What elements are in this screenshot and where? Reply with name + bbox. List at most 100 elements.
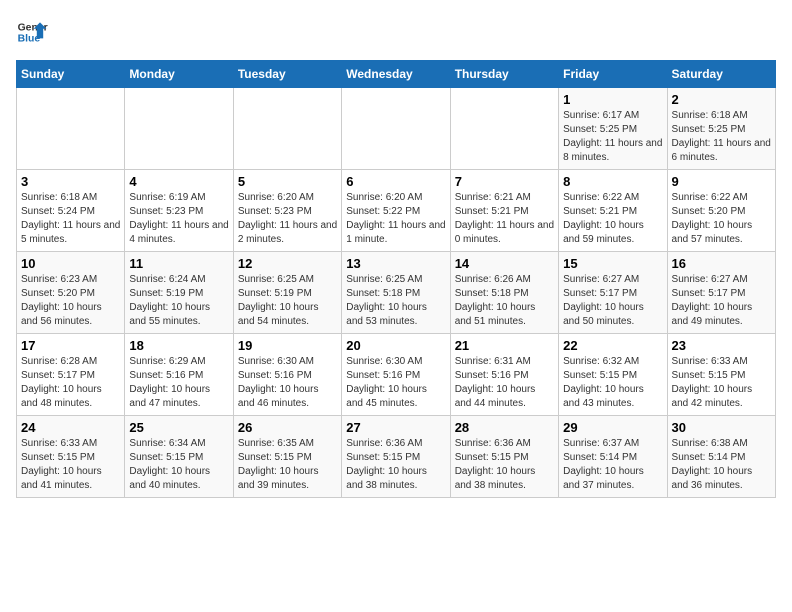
calendar-cell: 1 Sunrise: 6:17 AM Sunset: 5:25 PM Daylig… xyxy=(559,88,667,170)
day-info: Sunrise: 6:28 AM Sunset: 5:17 PM Dayligh… xyxy=(21,355,120,411)
day-info: Sunrise: 6:27 AM Sunset: 5:17 PM Dayligh… xyxy=(672,273,771,329)
week-row-3: 10Sunrise: 6:23 AM Sunset: 5:20 PM Dayli… xyxy=(17,252,776,334)
day-info: Sunrise: 6:38 AM Sunset: 5:14 PM Dayligh… xyxy=(672,437,771,493)
day-info: Sunrise: 6:32 AM Sunset: 5:15 PM Dayligh… xyxy=(563,355,662,411)
day-info: Sunrise: 6:33 AM Sunset: 5:15 PM Dayligh… xyxy=(672,355,771,411)
calendar-cell: 16 Sunrise: 6:27 AM Sunset: 5:17 PM Dayli… xyxy=(667,252,775,334)
calendar-cell: 30 Sunrise: 6:38 AM Sunset: 5:14 PM Dayli… xyxy=(667,416,775,498)
calendar-cell xyxy=(450,88,558,170)
day-info: Sunrise: 6:21 AM Sunset: 5:21 PM Dayligh… xyxy=(455,191,554,247)
day-info: Sunrise: 6:20 AM Sunset: 5:23 PM Dayligh… xyxy=(238,191,337,247)
calendar-cell: 3 Sunrise: 6:18 AM Sunset: 5:24 PM Daylig… xyxy=(17,170,125,252)
day-number: 25 xyxy=(129,420,228,435)
calendar-cell: 12 Sunrise: 6:25 AM Sunset: 5:19 PM Dayli… xyxy=(233,252,341,334)
calendar-cell: 24 Sunrise: 6:33 AM Sunset: 5:15 PM Dayli… xyxy=(17,416,125,498)
weekday-header-wednesday: Wednesday xyxy=(342,61,450,88)
day-info: Sunrise: 6:18 AM Sunset: 5:24 PM Dayligh… xyxy=(21,191,120,247)
day-number: 16 xyxy=(672,256,771,271)
day-info: Sunrise: 6:30 AM Sunset: 5:16 PM Dayligh… xyxy=(238,355,337,411)
day-number: 30 xyxy=(672,420,771,435)
week-row-5: 24 Sunrise: 6:33 AM Sunset: 5:15 PM Dayli… xyxy=(17,416,776,498)
day-info: Sunrise: 6:25 AM Sunset: 5:19 PM Dayligh… xyxy=(238,273,337,329)
calendar-cell xyxy=(233,88,341,170)
calendar-cell: 17 Sunrise: 6:28 AM Sunset: 5:17 PM Dayli… xyxy=(17,334,125,416)
logo: General Blue xyxy=(16,16,48,48)
day-number: 3 xyxy=(21,174,120,189)
day-number: 28 xyxy=(455,420,554,435)
calendar-cell: 15Sunrise: 6:27 AM Sunset: 5:17 PM Dayli… xyxy=(559,252,667,334)
day-info: Sunrise: 6:22 AM Sunset: 5:20 PM Dayligh… xyxy=(672,191,771,247)
day-number: 6 xyxy=(346,174,445,189)
weekday-header-row: SundayMondayTuesdayWednesdayThursdayFrid… xyxy=(17,61,776,88)
calendar-cell: 2 Sunrise: 6:18 AM Sunset: 5:25 PM Daylig… xyxy=(667,88,775,170)
calendar-cell: 11 Sunrise: 6:24 AM Sunset: 5:19 PM Dayli… xyxy=(125,252,233,334)
weekday-header-thursday: Thursday xyxy=(450,61,558,88)
day-info: Sunrise: 6:30 AM Sunset: 5:16 PM Dayligh… xyxy=(346,355,445,411)
week-row-2: 3 Sunrise: 6:18 AM Sunset: 5:24 PM Daylig… xyxy=(17,170,776,252)
day-info: Sunrise: 6:35 AM Sunset: 5:15 PM Dayligh… xyxy=(238,437,337,493)
day-number: 29 xyxy=(563,420,662,435)
day-number: 1 xyxy=(563,92,662,107)
calendar-cell: 7 Sunrise: 6:21 AM Sunset: 5:21 PM Daylig… xyxy=(450,170,558,252)
day-info: Sunrise: 6:17 AM Sunset: 5:25 PM Dayligh… xyxy=(563,109,662,165)
day-number: 2 xyxy=(672,92,771,107)
day-number: 22 xyxy=(563,338,662,353)
day-number: 23 xyxy=(672,338,771,353)
weekday-header-monday: Monday xyxy=(125,61,233,88)
calendar-cell xyxy=(342,88,450,170)
day-number: 15 xyxy=(563,256,662,271)
calendar-cell: 29Sunrise: 6:37 AM Sunset: 5:14 PM Dayli… xyxy=(559,416,667,498)
day-info: Sunrise: 6:20 AM Sunset: 5:22 PM Dayligh… xyxy=(346,191,445,247)
calendar-cell: 9 Sunrise: 6:22 AM Sunset: 5:20 PM Daylig… xyxy=(667,170,775,252)
calendar-cell: 5 Sunrise: 6:20 AM Sunset: 5:23 PM Daylig… xyxy=(233,170,341,252)
day-info: Sunrise: 6:33 AM Sunset: 5:15 PM Dayligh… xyxy=(21,437,120,493)
day-number: 9 xyxy=(672,174,771,189)
calendar-cell: 21Sunrise: 6:31 AM Sunset: 5:16 PM Dayli… xyxy=(450,334,558,416)
calendar-cell: 19Sunrise: 6:30 AM Sunset: 5:16 PM Dayli… xyxy=(233,334,341,416)
day-info: Sunrise: 6:36 AM Sunset: 5:15 PM Dayligh… xyxy=(455,437,554,493)
calendar-cell: 4 Sunrise: 6:19 AM Sunset: 5:23 PM Daylig… xyxy=(125,170,233,252)
calendar-cell: 26Sunrise: 6:35 AM Sunset: 5:15 PM Dayli… xyxy=(233,416,341,498)
day-number: 7 xyxy=(455,174,554,189)
calendar-cell: 20 Sunrise: 6:30 AM Sunset: 5:16 PM Dayli… xyxy=(342,334,450,416)
calendar-cell: 8 Sunrise: 6:22 AM Sunset: 5:21 PM Daylig… xyxy=(559,170,667,252)
calendar-table: SundayMondayTuesdayWednesdayThursdayFrid… xyxy=(16,60,776,498)
logo-icon: General Blue xyxy=(16,16,48,48)
day-number: 17 xyxy=(21,338,120,353)
day-number: 11 xyxy=(129,256,228,271)
day-number: 21 xyxy=(455,338,554,353)
calendar-cell: 18 Sunrise: 6:29 AM Sunset: 5:16 PM Dayli… xyxy=(125,334,233,416)
day-number: 5 xyxy=(238,174,337,189)
day-number: 24 xyxy=(21,420,120,435)
weekday-header-sunday: Sunday xyxy=(17,61,125,88)
calendar-cell: 10Sunrise: 6:23 AM Sunset: 5:20 PM Dayli… xyxy=(17,252,125,334)
calendar-cell: 27 Sunrise: 6:36 AM Sunset: 5:15 PM Dayli… xyxy=(342,416,450,498)
weekday-header-friday: Friday xyxy=(559,61,667,88)
day-info: Sunrise: 6:36 AM Sunset: 5:15 PM Dayligh… xyxy=(346,437,445,493)
day-number: 4 xyxy=(129,174,228,189)
calendar-cell: 25Sunrise: 6:34 AM Sunset: 5:15 PM Dayli… xyxy=(125,416,233,498)
day-info: Sunrise: 6:29 AM Sunset: 5:16 PM Dayligh… xyxy=(129,355,228,411)
calendar-cell: 22 Sunrise: 6:32 AM Sunset: 5:15 PM Dayli… xyxy=(559,334,667,416)
day-info: Sunrise: 6:22 AM Sunset: 5:21 PM Dayligh… xyxy=(563,191,662,247)
week-row-4: 17 Sunrise: 6:28 AM Sunset: 5:17 PM Dayli… xyxy=(17,334,776,416)
calendar-cell xyxy=(125,88,233,170)
calendar-cell: 13 Sunrise: 6:25 AM Sunset: 5:18 PM Dayli… xyxy=(342,252,450,334)
day-info: Sunrise: 6:19 AM Sunset: 5:23 PM Dayligh… xyxy=(129,191,228,247)
calendar-cell: 14Sunrise: 6:26 AM Sunset: 5:18 PM Dayli… xyxy=(450,252,558,334)
day-number: 8 xyxy=(563,174,662,189)
day-number: 14 xyxy=(455,256,554,271)
day-number: 12 xyxy=(238,256,337,271)
calendar-cell: 6 Sunrise: 6:20 AM Sunset: 5:22 PM Daylig… xyxy=(342,170,450,252)
week-row-1: 1 Sunrise: 6:17 AM Sunset: 5:25 PM Daylig… xyxy=(17,88,776,170)
calendar-cell xyxy=(17,88,125,170)
header: General Blue xyxy=(16,16,776,48)
day-number: 18 xyxy=(129,338,228,353)
day-info: Sunrise: 6:25 AM Sunset: 5:18 PM Dayligh… xyxy=(346,273,445,329)
day-number: 20 xyxy=(346,338,445,353)
day-info: Sunrise: 6:24 AM Sunset: 5:19 PM Dayligh… xyxy=(129,273,228,329)
day-info: Sunrise: 6:18 AM Sunset: 5:25 PM Dayligh… xyxy=(672,109,771,165)
day-number: 27 xyxy=(346,420,445,435)
day-number: 13 xyxy=(346,256,445,271)
day-number: 10 xyxy=(21,256,120,271)
